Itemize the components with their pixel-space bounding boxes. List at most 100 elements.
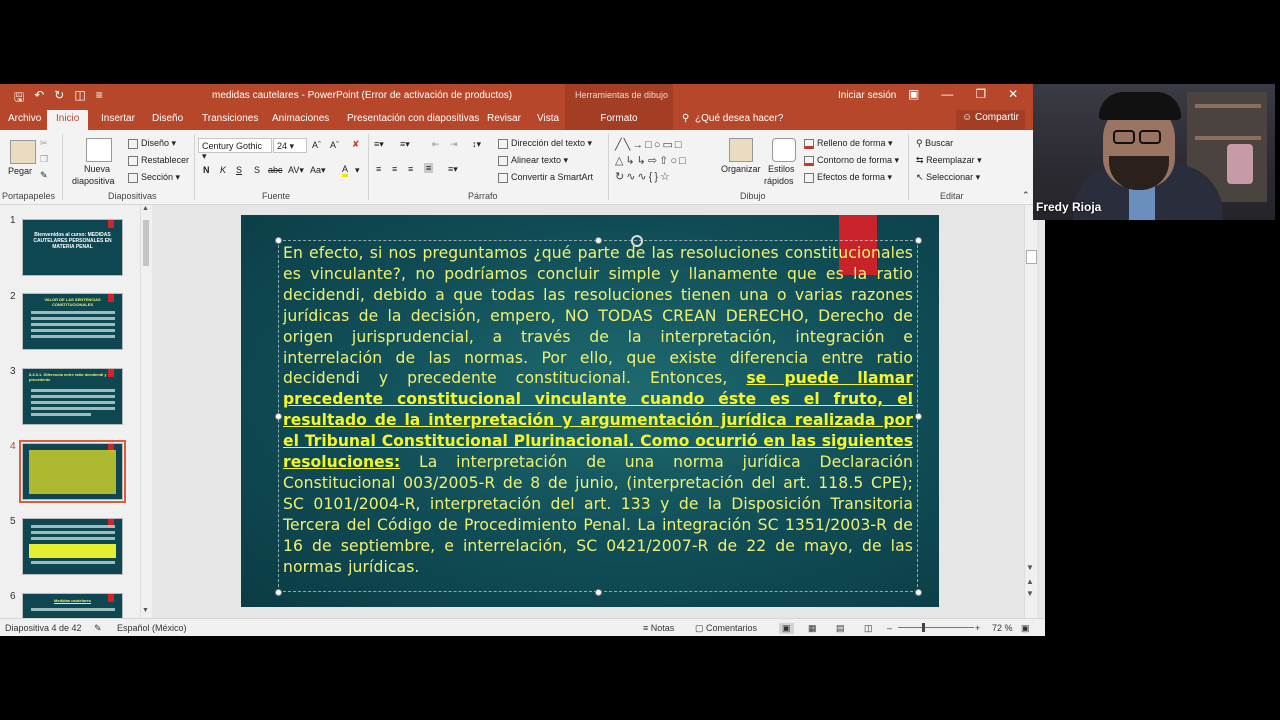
shrink-font-icon[interactable]: Aˇ: [330, 140, 339, 150]
font-size-select[interactable]: 24 ▾: [273, 138, 307, 153]
language-indicator[interactable]: Español (México): [117, 623, 187, 633]
line-spacing-icon[interactable]: ↕▾: [472, 139, 481, 150]
font-name-select[interactable]: Century Gothic ▾: [198, 138, 272, 161]
resize-handle[interactable]: [275, 589, 282, 596]
collapse-ribbon-icon[interactable]: ⌃: [1022, 190, 1030, 201]
zoom-level[interactable]: 72 %: [992, 623, 1013, 633]
slide-thumbnail-2[interactable]: VALOR DE LAS SENTENCIAS CONSTITUCIONALES: [22, 293, 123, 350]
previous-slide-icon[interactable]: ▲: [1026, 577, 1034, 586]
minimize-icon[interactable]: —: [941, 87, 953, 101]
cut-icon[interactable]: ✂: [40, 138, 48, 149]
new-slide-label-1[interactable]: Nueva: [84, 164, 110, 174]
new-slide-icon[interactable]: [86, 138, 112, 162]
tab-animaciones[interactable]: Animaciones: [272, 113, 329, 124]
quick-styles-label-2[interactable]: rápidos: [764, 176, 794, 186]
normal-view-icon[interactable]: ▣: [779, 623, 794, 634]
paste-icon[interactable]: [10, 140, 36, 164]
align-center-icon[interactable]: ≡: [392, 164, 397, 174]
replace-button[interactable]: ⇆ Reemplazar ▾: [916, 155, 982, 166]
bullets-icon[interactable]: ≡▾: [374, 139, 384, 150]
resize-handle[interactable]: [595, 589, 602, 596]
save-icon[interactable]: 🖫: [14, 88, 24, 109]
shape-fill-button[interactable]: Relleno de forma ▾: [804, 138, 893, 149]
align-right-icon[interactable]: ≡: [408, 164, 413, 174]
copy-icon[interactable]: ❐: [40, 154, 48, 165]
customize-qat-icon[interactable]: ≡: [96, 88, 103, 109]
shape-effects-button[interactable]: Efectos de forma ▾: [804, 172, 892, 183]
new-slide-label-2[interactable]: diapositiva: [72, 176, 115, 186]
zoom-slider-knob[interactable]: [922, 623, 925, 632]
layout-button[interactable]: Diseño ▾: [128, 138, 176, 149]
slide-canvas[interactable]: En efecto, si nos preguntamos ¿qué parte…: [241, 215, 939, 607]
quick-styles-label-1[interactable]: Estilos: [768, 164, 795, 174]
reset-button[interactable]: Restablecer: [128, 155, 189, 166]
resize-handle[interactable]: [915, 589, 922, 596]
ribbon-display-icon[interactable]: ▣: [908, 87, 919, 101]
quick-styles-icon[interactable]: [772, 138, 796, 162]
slide-thumbnail-5[interactable]: [22, 518, 123, 575]
grow-font-icon[interactable]: Aˆ: [312, 140, 321, 150]
sign-in-link[interactable]: Iniciar sesión: [838, 90, 896, 101]
change-case-icon[interactable]: Aa▾: [310, 165, 326, 176]
slide-thumbnail-4[interactable]: [19, 440, 126, 503]
zoom-out-icon[interactable]: –: [887, 623, 892, 633]
spellcheck-icon[interactable]: ✎: [94, 623, 102, 634]
scroll-down-icon[interactable]: ▼: [142, 607, 149, 614]
reading-view-icon[interactable]: ▤: [836, 623, 845, 634]
slide-scrollbar[interactable]: ▼ ▲ ▼: [1024, 205, 1037, 618]
resize-handle[interactable]: [915, 237, 922, 244]
align-text-button[interactable]: Alinear texto ▾: [498, 155, 568, 166]
clear-format-icon[interactable]: ✘: [352, 139, 360, 150]
increase-indent-icon[interactable]: ⇥: [450, 139, 458, 150]
char-spacing-icon[interactable]: AV▾: [288, 165, 304, 176]
zoom-slider-track[interactable]: [898, 627, 974, 628]
comments-button[interactable]: ▢ Comentarios: [695, 623, 757, 634]
justify-icon[interactable]: ≡: [424, 163, 434, 173]
tab-insertar[interactable]: Insertar: [101, 113, 135, 124]
arrange-button[interactable]: Organizar: [721, 164, 761, 174]
scroll-up-icon[interactable]: ▲: [142, 205, 149, 212]
shape-outline-button[interactable]: Contorno de forma ▾: [804, 155, 899, 166]
columns-icon[interactable]: ≡▾: [448, 164, 458, 175]
strikethrough-icon[interactable]: abc: [268, 165, 283, 175]
resize-handle[interactable]: [915, 413, 922, 420]
smartart-button[interactable]: Convertir a SmartArt: [498, 172, 593, 183]
decrease-indent-icon[interactable]: ⇤: [432, 139, 440, 150]
tab-presentacion[interactable]: Presentación con diapositivas: [347, 113, 479, 124]
underline-icon[interactable]: S: [236, 165, 242, 175]
bold-icon[interactable]: N: [203, 165, 210, 175]
numbering-icon[interactable]: ≡▾: [400, 139, 410, 150]
slide-scroll-thumb[interactable]: [1026, 250, 1037, 264]
slide-body-text[interactable]: En efecto, si nos preguntamos ¿qué parte…: [283, 243, 913, 578]
align-left-icon[interactable]: ≡: [376, 164, 381, 174]
italic-icon[interactable]: K: [220, 165, 226, 175]
tab-vista[interactable]: Vista: [537, 113, 559, 124]
shapes-gallery[interactable]: ╱╲→□○▭□ △↳↳⇨⇧○□ ↻∿∿{}☆: [615, 137, 713, 187]
scroll-down-icon[interactable]: ▼: [1026, 563, 1034, 572]
slide-thumbnail-1[interactable]: Bienvenidos al curso: MEDIDAS CAUTELARES…: [22, 219, 123, 276]
text-direction-button[interactable]: Dirección del texto ▾: [498, 138, 592, 149]
tab-revisar[interactable]: Revisar: [487, 113, 521, 124]
present-icon[interactable]: ◫: [74, 88, 85, 109]
section-button[interactable]: Sección ▾: [128, 172, 180, 183]
redo-icon[interactable]: ↻: [54, 88, 64, 109]
resize-handle[interactable]: [275, 413, 282, 420]
arrange-icon[interactable]: [729, 138, 753, 162]
fit-slide-icon[interactable]: ▣: [1021, 623, 1030, 634]
resize-handle[interactable]: [275, 237, 282, 244]
paste-button[interactable]: Pegar: [8, 166, 32, 176]
format-painter-icon[interactable]: ✎: [40, 170, 48, 181]
tab-inicio[interactable]: Inicio: [47, 110, 89, 130]
thumbnails-scroll-thumb[interactable]: [143, 220, 149, 266]
slideshow-icon[interactable]: ◫: [864, 623, 873, 634]
slide-sorter-icon[interactable]: ▦: [808, 623, 817, 634]
tab-formato[interactable]: Formato: [565, 108, 673, 130]
font-color-icon[interactable]: A: [342, 164, 349, 177]
font-color-dropdown-icon[interactable]: ▾: [355, 165, 360, 176]
undo-icon[interactable]: ↶: [34, 88, 44, 109]
tell-me-search[interactable]: ¿Qué desea hacer?: [695, 113, 783, 124]
zoom-in-icon[interactable]: +: [975, 623, 980, 633]
tab-archivo[interactable]: Archivo: [8, 113, 41, 124]
share-button[interactable]: ☺ Compartir: [956, 110, 1025, 132]
next-slide-icon[interactable]: ▼: [1026, 589, 1034, 598]
